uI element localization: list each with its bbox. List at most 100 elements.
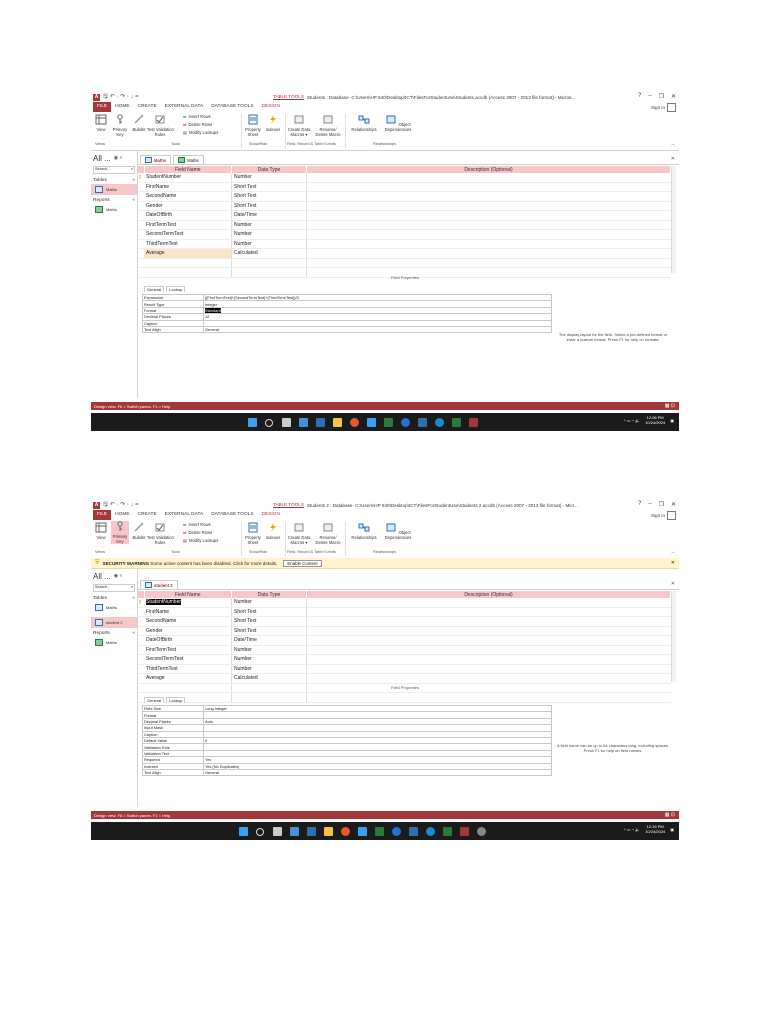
- search-icon[interactable]: [256, 828, 264, 836]
- description-cell[interactable]: [306, 654, 671, 665]
- publisher-icon[interactable]: [443, 827, 452, 836]
- nav-group-reports[interactable]: Reports «: [91, 628, 137, 637]
- view-button[interactable]: View: [93, 522, 109, 540]
- nav-search-input[interactable]: Search... ⌕: [93, 166, 135, 174]
- word-icon[interactable]: [307, 827, 316, 836]
- field-name-cell[interactable]: FirstTermTest: [144, 220, 232, 230]
- insert-rows-button[interactable]: ⇆ Insert Rows: [183, 522, 211, 527]
- file-explorer-icon[interactable]: [333, 418, 342, 427]
- field-row[interactable]: FirstTermTest Number: [138, 645, 671, 655]
- field-row[interactable]: SecondTermTest Number: [138, 229, 671, 240]
- close-warning-icon[interactable]: ✕: [671, 560, 675, 566]
- close-icon[interactable]: ✕: [671, 501, 676, 508]
- field-name-cell[interactable]: StudentNumber: [144, 173, 232, 183]
- data-type-cell[interactable]: Short Text: [231, 191, 307, 202]
- security-warning-text[interactable]: Some active content has been disabled. C…: [150, 561, 277, 566]
- description-cell[interactable]: [306, 635, 671, 646]
- tab-create[interactable]: CREATE: [134, 510, 161, 520]
- field-row[interactable]: Gender Short Text: [138, 201, 671, 211]
- settings-icon[interactable]: [477, 827, 486, 836]
- nav-header[interactable]: All ... ◉ «: [91, 151, 137, 165]
- windows-start-icon[interactable]: [248, 418, 257, 427]
- field-name-cell[interactable]: SecondTermTest: [144, 654, 232, 665]
- tab-lookup[interactable]: Lookup: [166, 286, 186, 292]
- clock[interactable]: 12:15 PM 10/24/2024: [645, 824, 665, 834]
- relationships-button[interactable]: Relationships: [347, 522, 381, 540]
- grid-scrollbar[interactable]: [671, 166, 676, 273]
- enable-content-button[interactable]: Enable Content: [283, 559, 322, 567]
- notification-icon[interactable]: ▣: [670, 418, 674, 423]
- field-row[interactable]: FirstName Short Text: [138, 182, 671, 192]
- description-cell[interactable]: [306, 201, 671, 211]
- rename-delete-macro-button[interactable]: Rename/ Delete Macro: [313, 522, 343, 545]
- restore-icon[interactable]: ❐: [659, 501, 664, 508]
- collapse-ribbon-icon[interactable]: ︿: [671, 550, 675, 555]
- description-cell[interactable]: [306, 616, 671, 627]
- windows-start-icon[interactable]: [239, 827, 248, 836]
- task-view-icon[interactable]: [273, 827, 282, 836]
- field-name-cell[interactable]: Gender: [144, 626, 232, 636]
- description-cell[interactable]: [306, 210, 671, 221]
- browser-icon[interactable]: [401, 418, 410, 427]
- publisher-icon[interactable]: [452, 418, 461, 427]
- notification-icon[interactable]: ▣: [670, 827, 674, 832]
- insert-rows-button[interactable]: ⇆ Insert Rows: [183, 114, 211, 119]
- field-row[interactable]: Gender Short Text: [138, 626, 671, 636]
- data-type-cell[interactable]: Number: [231, 645, 307, 655]
- test-validation-button[interactable]: Test Validation Rules: [147, 114, 174, 137]
- collapse-ribbon-icon[interactable]: ︿: [671, 142, 675, 147]
- nav-group-tables[interactable]: Tables «: [91, 175, 137, 184]
- field-row[interactable]: SecondName Short Text: [138, 616, 671, 627]
- field-name-cell[interactable]: Average: [144, 248, 232, 259]
- object-dependencies-button[interactable]: Object Dependencies: [383, 522, 413, 540]
- field-row[interactable]: SecondName Short Text: [138, 191, 671, 202]
- tab-lookup[interactable]: Lookup: [166, 697, 186, 703]
- grid-scrollbar[interactable]: [671, 591, 676, 682]
- outlook-icon[interactable]: [409, 827, 418, 836]
- tab-external-data[interactable]: EXTERNAL DATA: [161, 510, 208, 520]
- data-type-cell[interactable]: Number: [231, 654, 307, 665]
- field-row[interactable]: ⚷ StudentNumber Number: [138, 598, 671, 608]
- outlook-icon[interactable]: [418, 418, 427, 427]
- data-type-cell[interactable]: Date/Time: [231, 635, 307, 646]
- store-icon[interactable]: [367, 418, 376, 427]
- word-icon[interactable]: [316, 418, 325, 427]
- access-taskbar-icon[interactable]: [469, 418, 478, 427]
- modify-lookups-button[interactable]: ▤ Modify Lookups: [183, 538, 218, 543]
- property-row[interactable]: Text Align General: [142, 325, 552, 334]
- tab-database-tools[interactable]: DATABASE TOOLS: [207, 510, 257, 520]
- edge-icon[interactable]: [435, 418, 444, 427]
- primary-key-button[interactable]: Primary Key: [111, 521, 129, 544]
- nav-search-input[interactable]: Search... ⌕: [93, 584, 135, 592]
- close-icon[interactable]: ✕: [671, 93, 676, 100]
- description-cell[interactable]: [306, 664, 671, 674]
- field-name-cell[interactable]: Average: [144, 673, 232, 684]
- minimize-icon[interactable]: –: [648, 93, 651, 100]
- nav-header[interactable]: All ... ◉ «: [91, 569, 137, 583]
- rename-delete-macro-button[interactable]: Rename/ Delete Macro: [313, 114, 343, 137]
- tray-icons[interactable]: ^ ▭ ◔ 🔈: [624, 418, 640, 423]
- data-type-cell[interactable]: Short Text: [231, 626, 307, 636]
- doc-tab-student-2[interactable]: student 2: [140, 580, 178, 589]
- access-taskbar-icon[interactable]: [460, 827, 469, 836]
- data-type-cell[interactable]: Number: [231, 173, 307, 183]
- field-name-cell[interactable]: SecondTermTest: [144, 229, 232, 240]
- property-sheet-button[interactable]: Property Sheet: [243, 522, 263, 545]
- data-type-cell[interactable]: Number: [231, 598, 307, 608]
- restore-icon[interactable]: ❐: [659, 93, 664, 100]
- nav-item-maths-table[interactable]: Maths: [91, 184, 137, 195]
- data-type-cell[interactable]: Short Text: [231, 607, 307, 617]
- quick-access-toolbar[interactable]: A 🖫 ↶ · ↷ · ↓ =: [91, 500, 163, 510]
- description-cell[interactable]: [306, 191, 671, 202]
- description-cell[interactable]: [306, 626, 671, 636]
- relationships-button[interactable]: Relationships: [347, 114, 381, 132]
- doc-tab-maths-2[interactable]: Maths: [173, 155, 204, 164]
- indexes-button[interactable]: Indexes: [264, 114, 282, 132]
- excel-icon[interactable]: [384, 418, 393, 427]
- empty-field-row[interactable]: [138, 258, 671, 268]
- data-type-cell[interactable]: Number: [231, 664, 307, 674]
- tab-general[interactable]: General: [144, 697, 165, 703]
- modify-lookups-button[interactable]: ▤ Modify Lookups: [183, 130, 218, 135]
- quick-access-icons[interactable]: 🖫 ↶ · ↷ · ↓ =: [103, 92, 139, 102]
- delete-rows-button[interactable]: ⇆ Delete Rows: [183, 530, 212, 535]
